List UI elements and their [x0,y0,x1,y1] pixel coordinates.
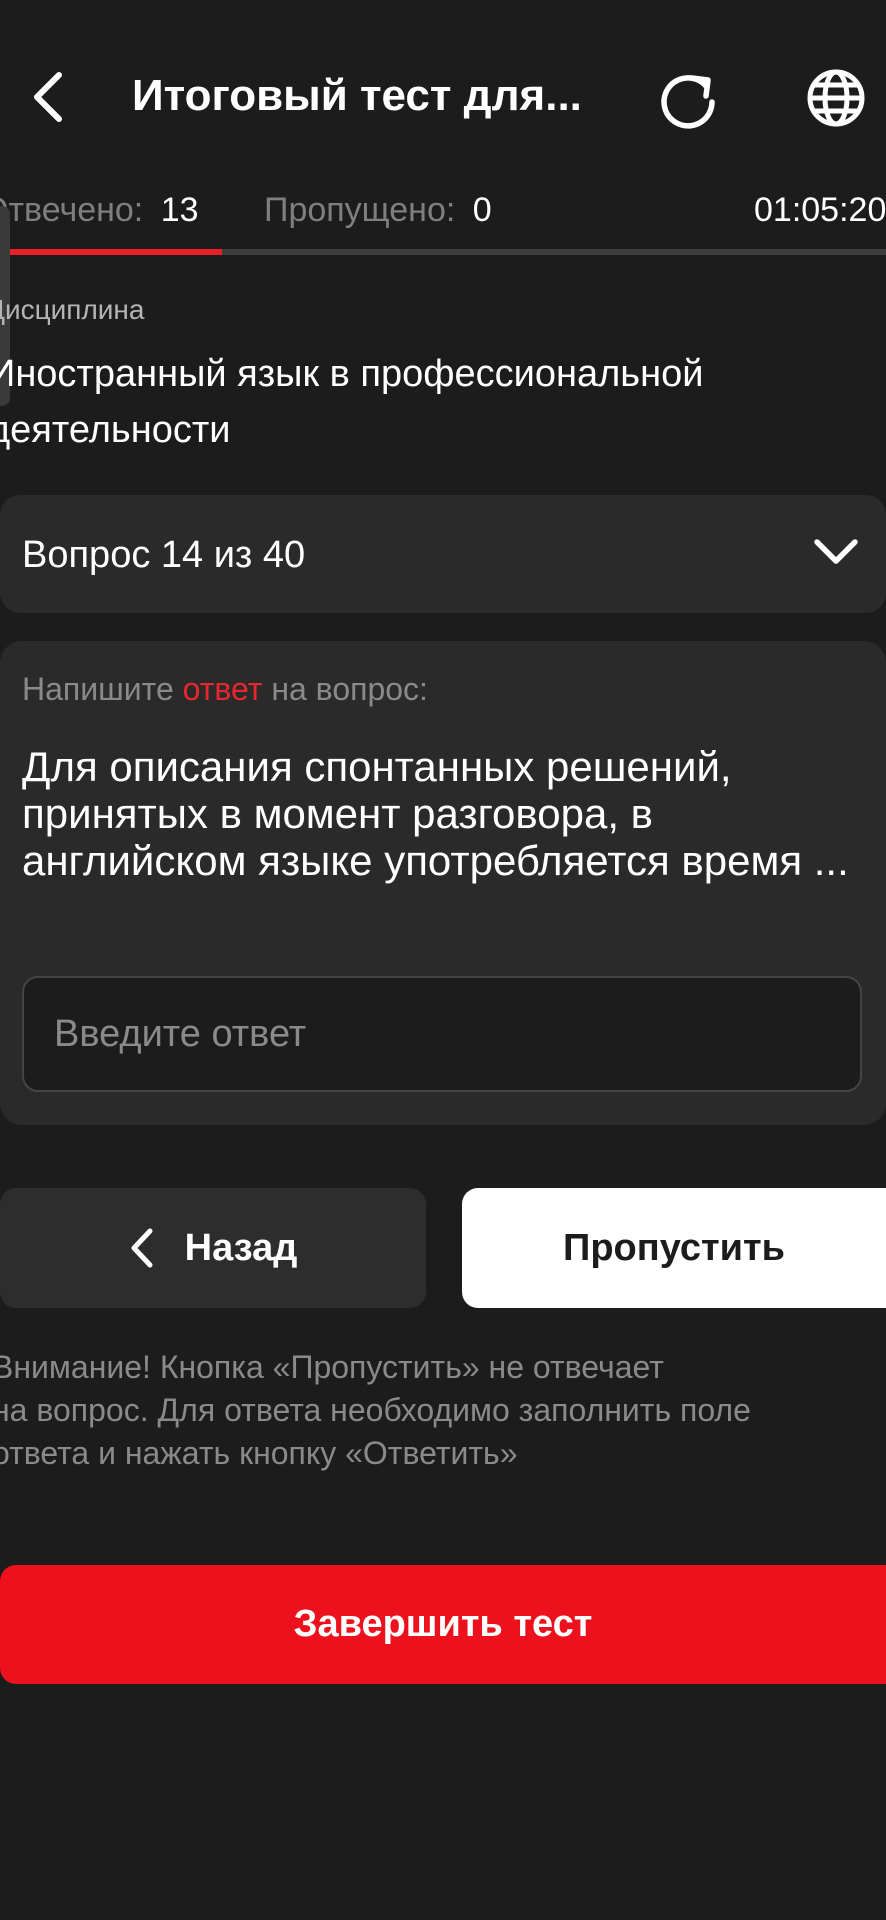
globe-icon [807,69,865,127]
skipped-label: Пропущено: [264,191,456,229]
prompt-text-end: на вопрос: [262,671,428,707]
answer-input[interactable] [22,976,862,1092]
finish-test-button[interactable]: Завершить тест [0,1565,886,1684]
warning-line: на вопрос. Для ответа необходимо заполни… [0,1392,751,1428]
skip-warning: Внимание! Кнопка «Пропустить» не отвечае… [0,1346,862,1475]
question-card: Напишите ответ на вопрос: Для описания с… [0,641,886,1125]
warning-line: ответа и нажать кнопку «Ответить» [0,1435,518,1471]
skipped-status: Пропущено: 0 [264,186,492,234]
refresh-button[interactable] [652,62,724,134]
back-nav-label: Назад [184,1226,298,1269]
discipline-label: Дисциплина [0,294,145,325]
chevron-left-icon [131,1228,153,1268]
finish-test-label: Завершить тест [293,1603,593,1645]
skipped-count: 0 [472,191,492,229]
answer-prompt: Напишите ответ на вопрос: [22,667,428,711]
skip-label: Пропустить [563,1226,785,1269]
question-text: Для описания спонтанных решений, приняты… [22,743,849,884]
back-button[interactable] [20,62,76,132]
prompt-text-start: Напишите [22,671,183,707]
warning-line: Внимание! Кнопка «Пропустить» не отвечае… [0,1349,664,1385]
language-button[interactable] [800,62,872,134]
page-title: Итоговый тест для... [132,71,582,120]
back-nav-button[interactable]: Назад [0,1188,426,1308]
refresh-icon [661,75,715,129]
timer: 01:05:20 [754,191,886,229]
question-selector[interactable]: Вопрос 14 из 40 [0,495,886,613]
question-number: Вопрос 14 из 40 [22,534,306,576]
progress-bar-fill [0,249,222,255]
chevron-left-icon [34,72,62,122]
answered-label: Отвечено: [0,191,144,229]
answered-count: 13 [160,191,199,229]
progress-bar [0,249,886,255]
chevron-down-icon [814,539,858,564]
answered-status: Отвечено: 13 [0,186,199,234]
discipline-name: Иностранный язык в профессиональной деят… [0,353,704,451]
skip-button[interactable]: Пропустить [462,1188,886,1308]
prompt-accent: ответ [182,671,263,707]
